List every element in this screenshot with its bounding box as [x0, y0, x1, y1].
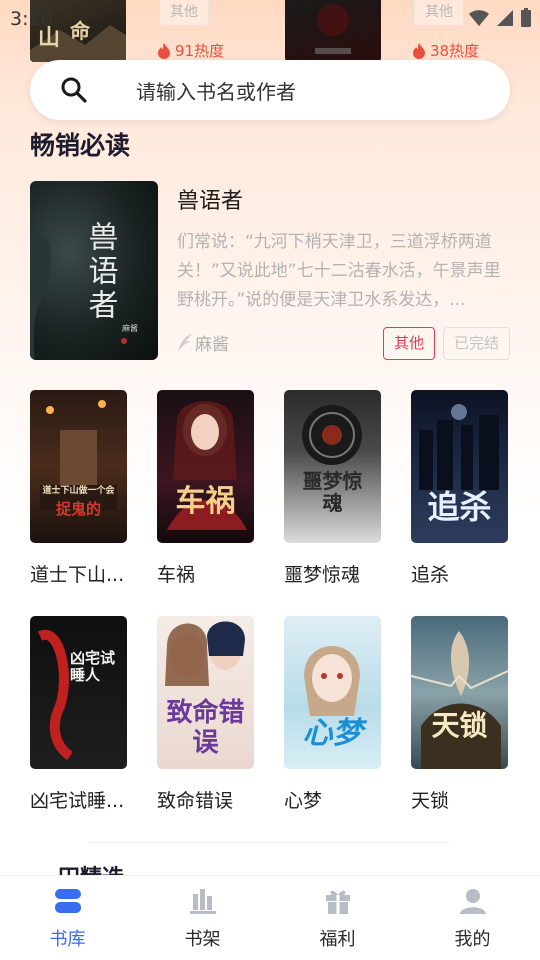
cover-title-text: 追杀 [427, 488, 492, 526]
flame-icon [413, 42, 425, 59]
cover-art [302, 405, 362, 465]
book-card[interactable]: 凶宅试睡人 凶宅试睡... [30, 616, 127, 813]
section-title: 畅销必读 [30, 131, 131, 160]
status-icons [468, 8, 532, 28]
battery-icon [521, 8, 531, 27]
cover-art: 兽语者 麻酱 [30, 221, 138, 360]
book-card[interactable]: 追杀 追杀 [411, 390, 508, 587]
search-placeholder: 请输入书名或作者 [136, 79, 296, 104]
wifi-icon [469, 10, 489, 26]
book-cover[interactable]: 凶宅试睡人 [30, 616, 127, 769]
author-name: 麻酱 [195, 335, 229, 355]
featured-book-cover[interactable]: 兽语者 麻酱 [30, 181, 158, 360]
status-bar: 3:20 [0, 0, 540, 40]
book-title: 噩梦惊魂 [284, 564, 361, 586]
tab-label: 福利 [319, 929, 356, 950]
heat-indicator: 91热度 [157, 40, 224, 61]
book-card[interactable]: 车祸 车祸 [157, 390, 254, 587]
heat-indicator: 38热度 [412, 40, 479, 61]
book-title: 道士下山... [30, 564, 125, 586]
genre-tag: 其他 [383, 327, 436, 360]
book-cover[interactable]: 道士下山做一个会 捉鬼的 [30, 390, 127, 543]
tab-label: 书架 [184, 929, 221, 950]
book-title: 天锁 [411, 790, 450, 812]
book-cover[interactable]: 追杀 [411, 390, 508, 543]
search-icon [61, 77, 87, 103]
heat-value: 38热度 [430, 42, 480, 60]
bookshelf-icon [189, 889, 216, 914]
cover-title-text: 致命错误 [166, 698, 245, 758]
book-cover[interactable]: 心梦 [284, 616, 381, 769]
book-title: 凶宅试睡... [30, 790, 125, 812]
cover-title-text: 车祸 [175, 484, 236, 519]
divider [90, 842, 450, 843]
cover-title-text: 天锁 [431, 709, 488, 742]
bottom-tab-bar: 书库 书架 福利 我的 [0, 875, 540, 960]
book-cover[interactable]: 车祸 [157, 390, 254, 543]
cover-title-text: 道士下山做一个会 [42, 486, 115, 496]
book-title: 致命错误 [157, 790, 234, 812]
cover-art [411, 631, 508, 769]
book-cover[interactable]: 噩梦惊魂 [284, 390, 381, 543]
tab-bookshelf[interactable]: 书架 [135, 876, 270, 960]
quill-icon [178, 333, 192, 352]
book-cover[interactable]: 天锁 [411, 616, 508, 769]
tab-label: 我的 [454, 929, 491, 950]
featured-book-author: 麻酱 [177, 330, 229, 355]
cover-title-text: 凶宅试睡人 [70, 649, 116, 684]
featured-book-title[interactable]: 兽语者 [177, 183, 243, 215]
tab-profile[interactable]: 我的 [405, 876, 540, 960]
cover-title-text: 兽语者 [83, 221, 119, 323]
cover-art [167, 401, 247, 530]
signal-icon [497, 10, 513, 26]
tab-label: 书库 [49, 929, 86, 950]
heat-value: 91热度 [175, 42, 225, 60]
status-tag: 已完结 [443, 327, 511, 360]
book-card[interactable]: 心梦 心梦 [284, 616, 381, 813]
book-card[interactable]: 致命错误 致命错误 [157, 616, 254, 813]
tab-library[interactable]: 书库 [0, 876, 135, 960]
book-card[interactable]: 天锁 天锁 [411, 616, 508, 813]
flame-icon [158, 42, 170, 59]
book-card[interactable]: 噩梦惊魂 噩梦惊魂 [284, 390, 381, 587]
book-title: 心梦 [284, 790, 323, 812]
featured-book-description: 们常说：“九河下梢天津卫，三道浮桥两道关！”又说此地”七十二沽春水活，午景声里野… [177, 232, 501, 310]
library-icon [54, 889, 81, 913]
profile-icon [459, 889, 486, 914]
book-cover[interactable]: 致命错误 [157, 616, 254, 769]
gift-icon [325, 890, 350, 914]
cover-art [40, 400, 117, 510]
cover-decoration: 捉鬼的 [55, 500, 101, 518]
cover-title-text: 心梦 [302, 716, 363, 751]
cover-title-text: 噩梦惊魂 [302, 469, 363, 515]
book-title: 追杀 [411, 564, 450, 586]
status-time: 3:20 [10, 8, 53, 30]
tab-welfare[interactable]: 福利 [270, 876, 405, 960]
cover-author-text: 麻酱 [122, 323, 138, 333]
search-bar[interactable]: 请输入书名或作者 [30, 60, 510, 120]
cover-art [37, 629, 74, 761]
book-card[interactable]: 道士下山做一个会 捉鬼的 道士下山... [30, 390, 127, 587]
book-title: 车祸 [157, 564, 196, 586]
